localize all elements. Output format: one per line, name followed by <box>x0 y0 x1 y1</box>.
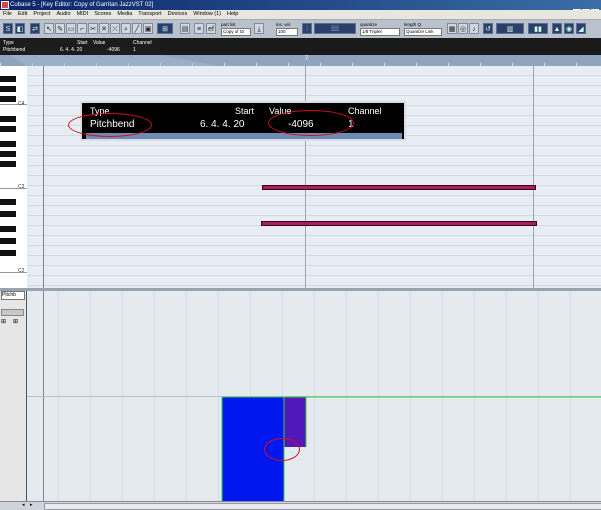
black-key[interactable] <box>0 226 16 232</box>
acoustic-feedback-icon[interactable]: ▲ <box>552 23 562 34</box>
scroll-left-icon[interactable]: ◂ <box>22 503 28 508</box>
step-input-icon[interactable]: ▦ <box>447 23 457 34</box>
pitchbend-events <box>221 396 601 501</box>
callout-start-value: 6. 4. 4. 20 <box>200 119 245 130</box>
callout-channel-header: Channel <box>348 106 382 116</box>
controller-select[interactable]: Pitchb <box>1 291 25 300</box>
edit-active-part-icon[interactable]: ef <box>206 23 216 34</box>
key-label-c3: C3 <box>18 184 25 190</box>
menu-help[interactable]: Help <box>224 11 241 17</box>
highlight-ellipse-event <box>264 438 300 461</box>
menu-audio[interactable]: Audio <box>53 11 73 17</box>
menu-edit[interactable]: Edit <box>15 11 30 17</box>
black-key[interactable] <box>0 250 16 256</box>
black-key[interactable] <box>0 211 16 217</box>
pitch-lanes <box>27 66 601 288</box>
trim-tool-icon[interactable]: ⌐ <box>77 23 87 34</box>
length-select[interactable]: Quantize Link <box>404 28 442 36</box>
insert-icon[interactable]: ⤓ <box>254 23 264 34</box>
midi-input-icon[interactable]: ◎ <box>458 23 468 34</box>
black-key[interactable] <box>0 86 16 92</box>
settings-icon[interactable]: ◢ <box>576 23 586 34</box>
piano-keyboard[interactable]: C4 C3 C2 <box>0 66 28 288</box>
ins-vel-value[interactable]: 100 <box>276 28 298 36</box>
black-key[interactable] <box>0 199 16 205</box>
bar-line <box>43 66 44 288</box>
note-grid[interactable] <box>27 66 601 288</box>
menu-devices[interactable]: Devices <box>165 11 191 17</box>
menu-project[interactable]: Project <box>30 11 53 17</box>
black-key[interactable] <box>0 126 16 132</box>
solo-icon[interactable]: S <box>3 23 13 34</box>
controller-name: Pitchb <box>2 292 16 298</box>
part-editing-icon[interactable]: ⊞ <box>157 23 173 34</box>
midi-note[interactable] <box>261 221 537 226</box>
menu-scores[interactable]: Scores <box>91 11 114 17</box>
snap-icon[interactable]: ⫶ <box>302 23 312 34</box>
black-key[interactable] <box>0 76 16 82</box>
key-label-c2: C2 <box>18 268 25 274</box>
black-key[interactable] <box>0 96 16 102</box>
insert-velocity-field[interactable]: ins. vel. 100 <box>276 22 298 36</box>
bar-line <box>305 66 306 288</box>
quantize-field[interactable]: quantize 1/8 Triplet <box>360 22 400 36</box>
edit-velocity-icon[interactable]: ▮▮ <box>528 23 548 34</box>
feedback-icon[interactable]: ◧ <box>15 23 25 34</box>
color-scheme-icon[interactable]: ▥ <box>496 23 524 34</box>
quantize-select[interactable]: 1/8 Triplet <box>360 28 400 36</box>
black-key[interactable] <box>0 151 16 157</box>
controller-mini-panel[interactable] <box>1 309 24 316</box>
menu-midi[interactable]: MIDI <box>74 11 92 17</box>
eraser-tool-icon[interactable]: ▭ <box>66 23 76 34</box>
add-lane-icon[interactable]: ⊞ <box>1 318 6 325</box>
app-icon[interactable] <box>1 1 9 9</box>
arrow-tool-icon[interactable]: ↖ <box>44 23 54 34</box>
part-list-select[interactable]: Copy of Gr <box>221 28 251 36</box>
show-info-icon[interactable]: ▤ <box>180 23 190 34</box>
menu-file[interactable]: File <box>0 11 15 17</box>
black-key[interactable] <box>0 116 16 122</box>
pencil-tool-icon[interactable]: ✎ <box>55 23 65 34</box>
remove-lane-icon[interactable]: ⊞ <box>13 318 18 325</box>
title-bar: Cubase 5 - [Key Editor: Copy of Garritan… <box>0 0 601 10</box>
black-key[interactable] <box>0 238 16 244</box>
window-title: Cubase 5 - [Key Editor: Copy of Garritan… <box>10 2 154 8</box>
key-label-c4: C4 <box>18 101 25 107</box>
menu-media[interactable]: Media <box>114 11 135 17</box>
length-field[interactable]: length Q Quantize Link <box>404 22 442 36</box>
split-tool-icon[interactable]: ✂ <box>88 23 98 34</box>
highlight-ellipse-type <box>68 113 152 137</box>
line-tool-icon[interactable]: ╱ <box>132 23 142 34</box>
highlight-ellipse-value <box>268 110 354 136</box>
autoscroll-icon[interactable]: ⇄ <box>30 23 40 34</box>
black-key[interactable] <box>0 161 16 167</box>
scroll-right-icon[interactable]: ▸ <box>30 503 36 508</box>
midi-note[interactable] <box>262 185 536 190</box>
drumstick-tool-icon[interactable]: ▣ <box>143 23 153 34</box>
menu-transport[interactable]: Transport <box>135 11 164 17</box>
part-list-icon[interactable]: ≡ <box>194 23 204 34</box>
zoom-tool-icon[interactable]: ⌕ <box>121 23 131 34</box>
grid-pattern-icon[interactable]: ⁞⁞⁞⁞ <box>314 23 356 34</box>
callout-start-header: Start <box>235 106 255 116</box>
glue-tool-icon[interactable]: ⤫ <box>110 23 120 34</box>
auto-select-icon[interactable]: ◉ <box>564 23 574 34</box>
black-key[interactable] <box>0 141 16 147</box>
independent-track-loop-icon[interactable]: ↺ <box>483 23 493 34</box>
part-list-field[interactable]: part list Copy of Gr <box>221 22 251 36</box>
bar-line <box>533 66 534 288</box>
menu-bar: File Edit Project Audio MIDI Scores Media Trans… <box>0 10 601 20</box>
mute-tool-icon[interactable]: ✕ <box>99 23 109 34</box>
menu-window[interactable]: Window (1) <box>190 11 224 17</box>
controller-lane-header: Pitchb ⊞ ⊞ <box>0 291 27 501</box>
record-pitch-icon[interactable]: ♪ <box>469 23 479 34</box>
